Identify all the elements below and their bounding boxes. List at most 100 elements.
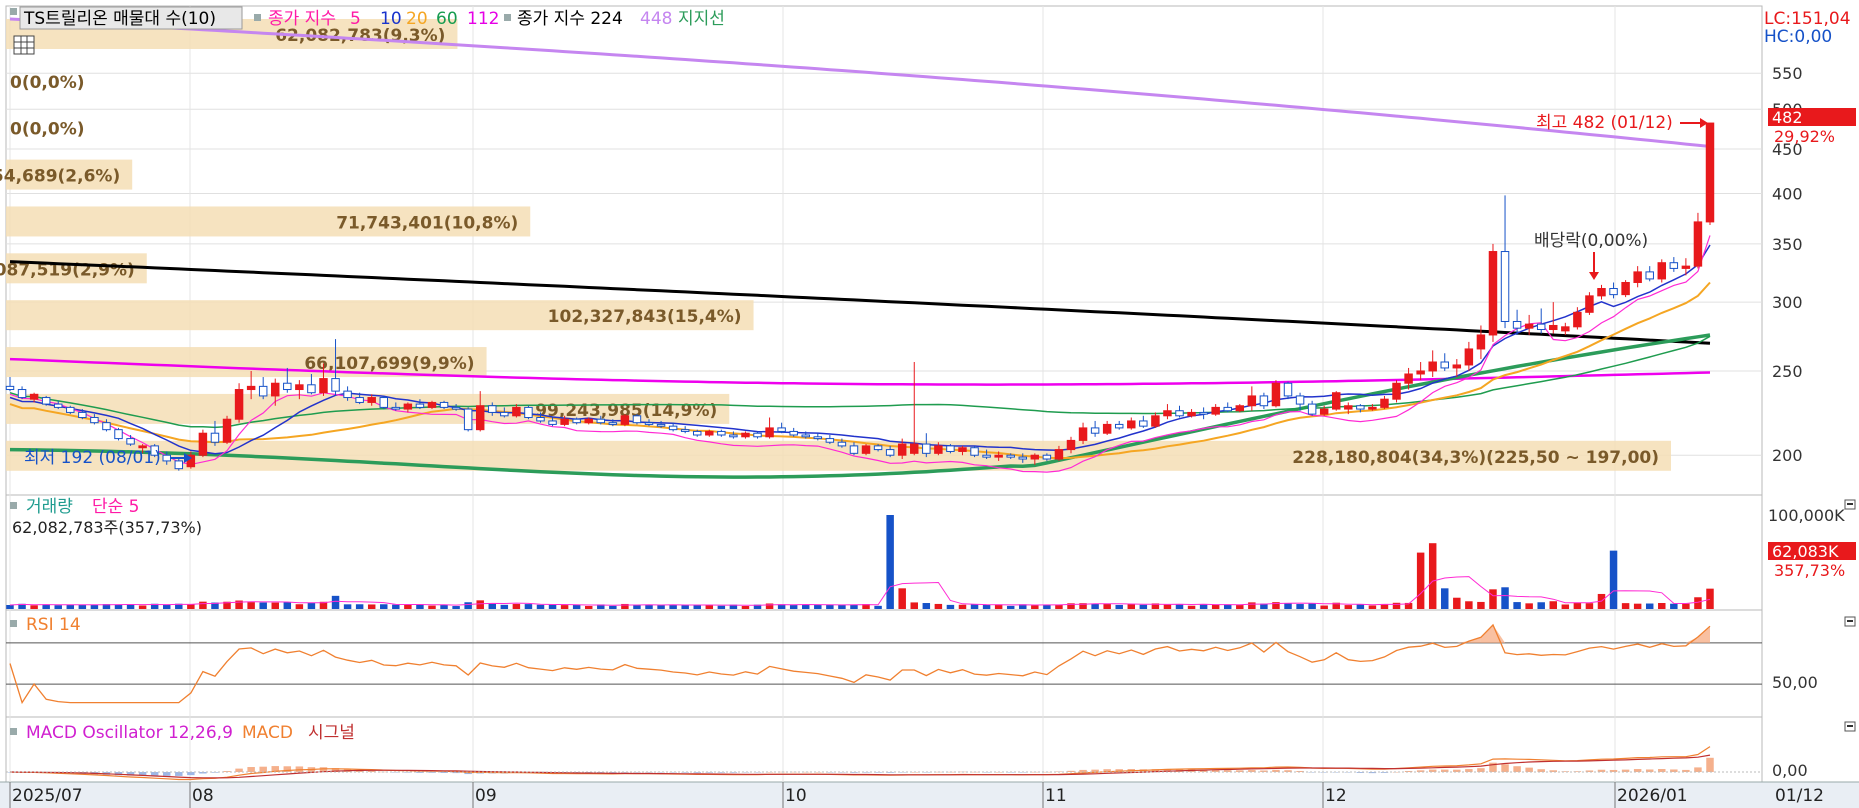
candle-body	[922, 443, 931, 454]
x-tick-label: 09	[475, 786, 497, 806]
candle-body	[1114, 423, 1124, 429]
volume-bar	[898, 588, 906, 609]
candle-body	[765, 427, 774, 438]
volume-bar	[1525, 603, 1533, 609]
candle-body	[572, 418, 581, 424]
close-icon[interactable]	[1844, 616, 1856, 627]
candle-body	[1078, 427, 1088, 441]
candle-body	[5, 385, 15, 391]
macd-oscillator-bar	[247, 767, 255, 772]
candle-body	[355, 397, 364, 403]
volume-bar	[1621, 603, 1630, 609]
volume-bar	[247, 602, 255, 609]
volume-bar	[367, 604, 376, 609]
candle-body	[1187, 411, 1196, 417]
volume-bar	[1706, 588, 1714, 609]
volume-bar	[524, 604, 533, 609]
volume-bar	[645, 604, 653, 609]
volume-bar	[934, 603, 943, 609]
volume-tick: 100,000K	[1768, 506, 1845, 525]
stock-chart[interactable]: 62,082,783(9,3%)0(0,0%)0(0,0%)17,354,689…	[0, 0, 1859, 808]
candle-body	[777, 427, 786, 432]
volume-bar	[1296, 604, 1304, 609]
price-tick-label: 300	[1772, 293, 1803, 312]
candle-body	[885, 449, 895, 456]
candle-body	[78, 411, 87, 419]
candle-body	[1440, 361, 1449, 369]
x-last-date: 01/12	[1775, 786, 1824, 806]
volume-bar	[512, 604, 521, 609]
volume-bar	[946, 604, 955, 609]
volume-bar	[814, 605, 822, 609]
candle-body	[910, 443, 919, 454]
candle-body	[367, 397, 376, 403]
candle-body	[295, 384, 304, 391]
candle-body	[439, 401, 449, 408]
candle-body	[1693, 221, 1703, 267]
volume-bar	[1633, 603, 1642, 609]
candle-body	[1681, 265, 1691, 269]
legend-marker-icon	[10, 502, 17, 509]
candle-body	[1139, 420, 1148, 427]
volume-bar	[681, 604, 689, 609]
candle-body	[1356, 405, 1365, 410]
table-icon[interactable]	[13, 35, 35, 55]
candle-body	[994, 454, 1003, 458]
volume-bar	[30, 605, 38, 609]
volume-bar	[536, 604, 545, 609]
volume-bar	[1694, 597, 1702, 609]
close-icon[interactable]	[1844, 721, 1856, 732]
candle-body	[1018, 456, 1028, 460]
candle-body	[41, 397, 51, 405]
volume-bar	[1549, 601, 1557, 609]
macd-oscillator-bar	[1501, 764, 1509, 772]
candle-body	[668, 425, 678, 431]
candle-body	[198, 432, 208, 456]
volume-bar	[1537, 602, 1545, 609]
candle-body	[1392, 382, 1401, 400]
volume-bar	[958, 604, 967, 609]
x-tick-label: 11	[1045, 786, 1067, 806]
volume-bar	[199, 601, 207, 609]
volume-bar	[114, 604, 123, 609]
volume-bar	[54, 605, 62, 609]
candle-body	[620, 415, 630, 425]
volume-bar	[560, 605, 569, 609]
current-price: 482	[1772, 108, 1803, 127]
candle-body	[982, 454, 991, 458]
candle-body	[1609, 288, 1618, 296]
ma-long-label: 종가 지수 224	[517, 9, 623, 29]
volume-bar	[404, 605, 412, 609]
candle-body	[234, 389, 244, 420]
macd-oscillator-bar	[150, 772, 159, 776]
volume-bar	[1211, 604, 1220, 609]
candle-body	[1307, 403, 1317, 415]
macd-oscillator-bar	[1513, 766, 1521, 772]
candle-body	[632, 415, 642, 424]
lc-label: LC:151,04	[1764, 9, 1851, 29]
legend-marker-icon	[504, 14, 511, 21]
high-annotation: 최고 482 (01/12)	[1536, 113, 1673, 133]
volume-bar	[307, 602, 316, 609]
volume-bar	[1453, 597, 1461, 609]
volume-bar	[1115, 604, 1123, 609]
candle-body	[524, 406, 533, 419]
candle-body	[825, 438, 835, 443]
candle-body	[427, 401, 437, 408]
volume-bar	[1031, 605, 1039, 609]
volume-bar	[1187, 605, 1196, 609]
rsi-level-label: 50,00	[1772, 673, 1818, 692]
candle-body	[1102, 423, 1112, 434]
volume-bar	[428, 605, 436, 609]
close-icon[interactable]	[1844, 499, 1856, 510]
candle-body	[1573, 311, 1582, 328]
candle-body	[946, 445, 955, 452]
volume-ma-label: 단순 5	[92, 497, 140, 517]
macd-title: MACD Oscillator 12,26,9	[26, 723, 233, 743]
candle-body	[1319, 408, 1329, 415]
candle-body	[1633, 271, 1642, 283]
candle-body	[680, 429, 690, 432]
ma-period-10: 10	[380, 9, 402, 29]
volume-bar	[910, 602, 918, 609]
candle-body	[1368, 406, 1377, 410]
